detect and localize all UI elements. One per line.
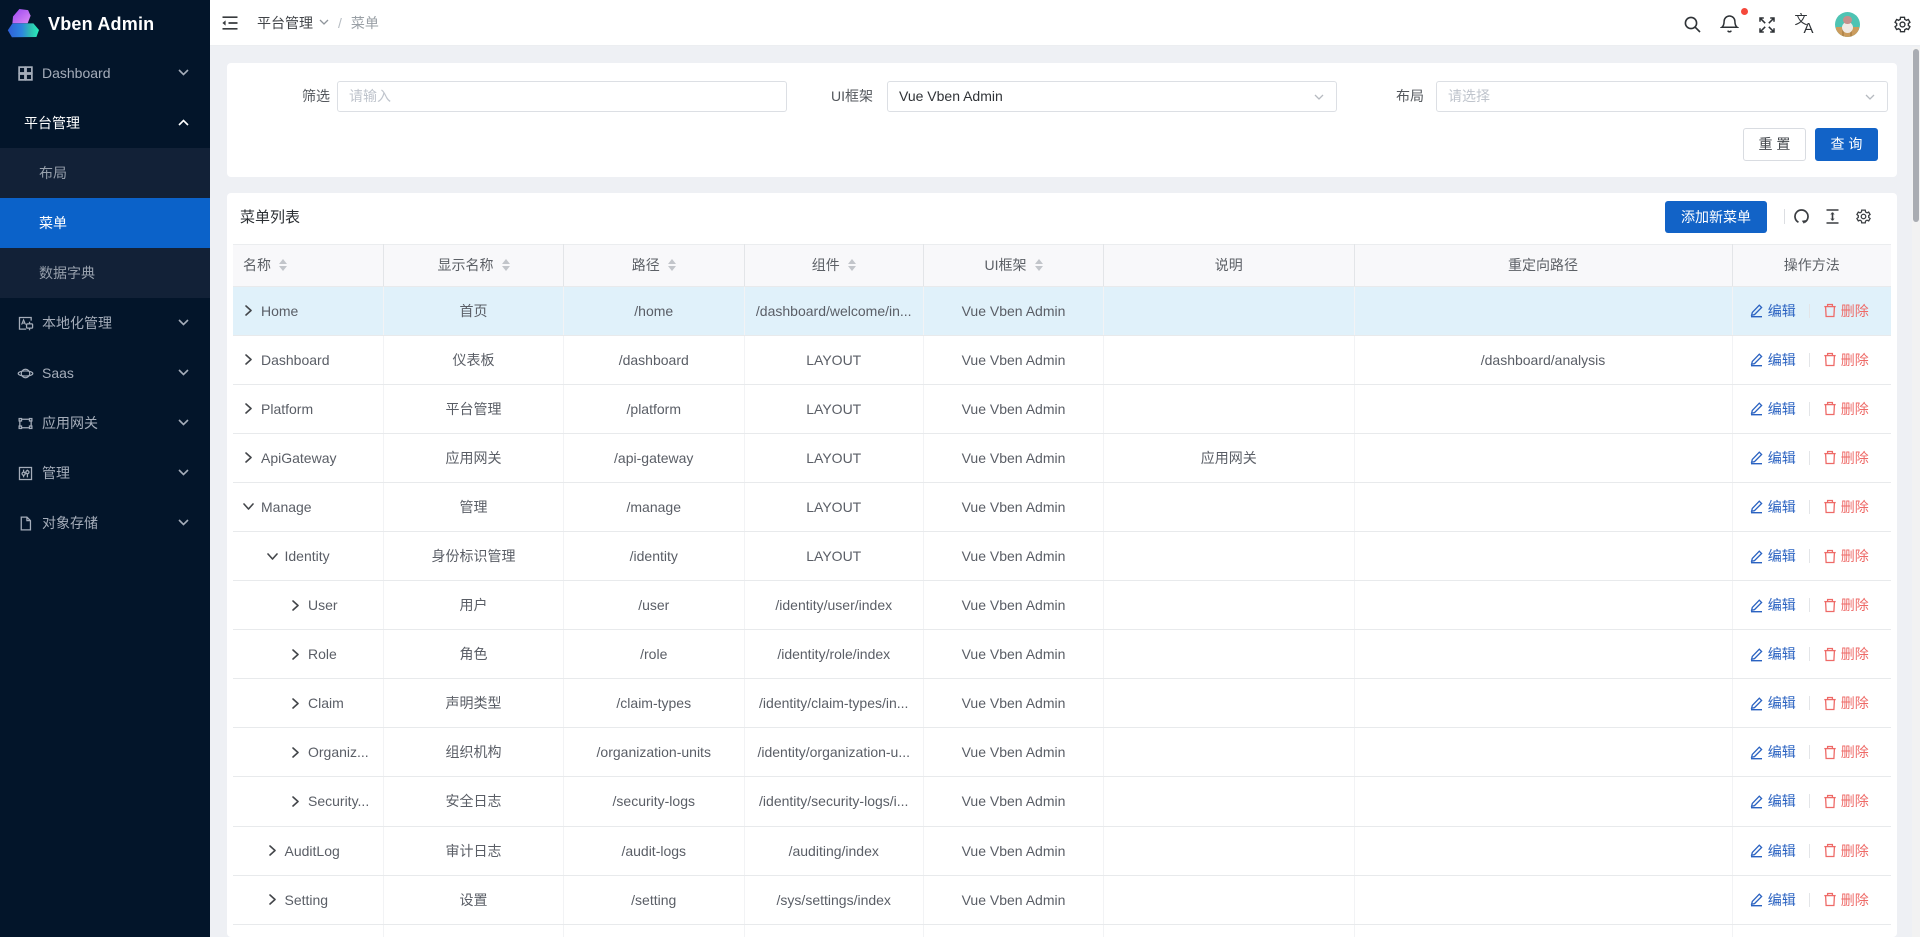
svg-text:A: A: [1804, 20, 1814, 35]
